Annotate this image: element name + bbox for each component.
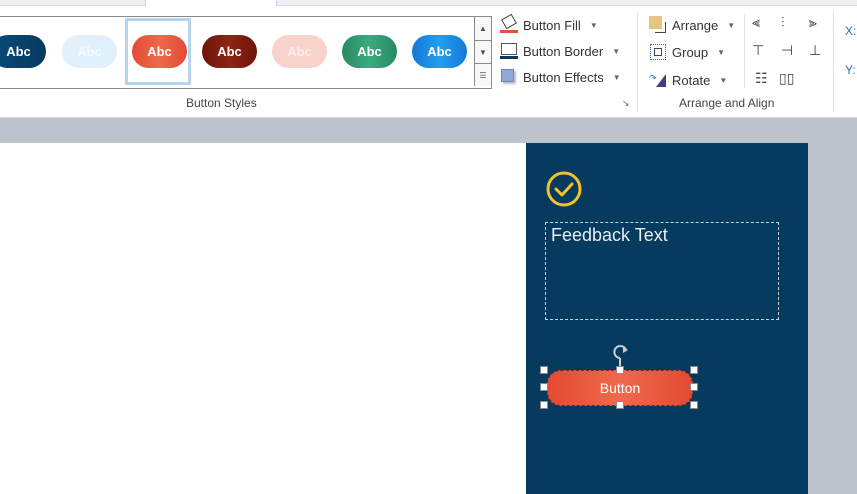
align-middle-icon[interactable]: ⊣ [781,42,793,59]
resize-handle[interactable] [616,401,624,409]
button-fill-button[interactable]: Button Fill ▼ [500,13,598,34]
pencil-border-icon [500,42,518,60]
canvas-area [0,143,526,494]
button-fill-label: Button Fill [523,17,581,33]
button-border-button[interactable]: Button Border ▼ [500,42,620,60]
divider [744,14,745,88]
rotate-icon: ↷ [649,71,667,89]
group-button[interactable]: Group ▼ [649,43,725,61]
feedback-text-box[interactable]: Feedback Text [545,222,779,320]
resize-handle[interactable] [616,366,624,374]
arrange-label: Arrange [672,17,719,33]
button-styles-gallery: Abc Abc Abc Abc Abc Abc Abc ▲ ▼ ☰ [0,16,492,89]
distribute-horizontal-icon[interactable]: ▯▯ [779,70,794,87]
divider [637,12,638,112]
effects-icon [500,68,518,86]
feedback-text: Feedback Text [551,225,668,245]
resize-handle[interactable] [540,383,548,391]
group-label: Group [672,44,709,60]
style-item-pink[interactable]: Abc [272,35,327,68]
rotate-label: Rotate [672,72,711,88]
distribute-vertical-icon[interactable]: ☷ [755,70,768,87]
align-left-icon[interactable]: ⫷ [752,14,760,31]
button-effects-button[interactable]: Button Effects ▼ [500,68,621,86]
button-border-label: Button Border [523,43,604,59]
dialog-launcher-icon[interactable]: ↘ [622,98,630,109]
paint-bucket-icon [500,13,518,34]
button-styles-label: Button Styles [186,96,257,110]
gallery-scroll-down[interactable]: ▼ [474,40,491,63]
align-right-icon[interactable]: ⫸ [809,14,817,31]
button-effects-label: Button Effects [523,69,604,85]
gallery-scroll-up[interactable]: ▲ [474,17,491,40]
style-item-green[interactable]: Abc [342,35,397,68]
resize-handle[interactable] [540,366,548,374]
align-center-icon[interactable]: ⫶ [781,14,785,31]
align-bottom-icon[interactable]: ⊥ [809,42,821,59]
style-item-blue[interactable]: Abc [412,35,467,68]
y-label: Y: [845,63,856,77]
group-icon [649,43,667,61]
align-top-icon[interactable]: ⊤ [752,42,764,59]
style-item-light-blue[interactable]: Abc [62,35,117,68]
arrange-button[interactable]: Arrange ▼ [649,16,735,34]
check-circle-icon[interactable] [546,171,582,207]
slide-button-label: Button [599,380,641,396]
resize-handle[interactable] [690,401,698,409]
divider [833,12,834,112]
style-item-red[interactable]: Abc [132,35,187,68]
resize-handle[interactable] [690,383,698,391]
arrange-icon [649,16,667,34]
resize-handle[interactable] [540,401,548,409]
x-label: X: [845,24,857,38]
rotate-button[interactable]: ↷ Rotate ▼ [649,71,727,89]
gallery-more[interactable]: ☰ [474,63,491,86]
resize-handle[interactable] [690,366,698,374]
style-item-dark-blue[interactable]: Abc [0,35,46,68]
style-item-dark-red[interactable]: Abc [202,35,257,68]
arrange-align-label: Arrange and Align [679,96,775,110]
